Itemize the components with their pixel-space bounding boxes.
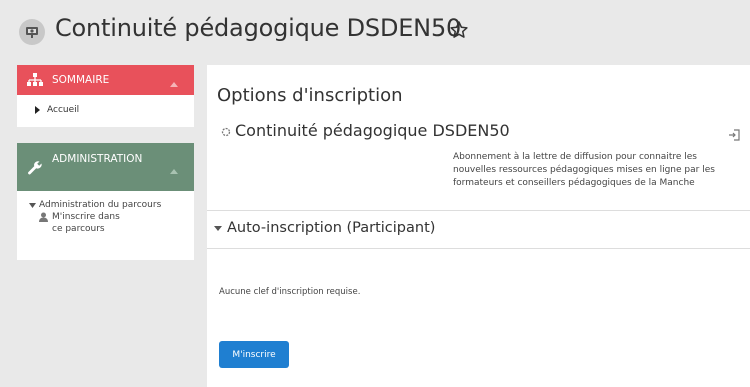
course-presentation-icon [19, 19, 45, 45]
chevron-up-icon[interactable] [170, 165, 178, 177]
enrol-me-button[interactable]: M'inscrire [219, 341, 289, 368]
administration-block: ADMINISTRATION Administration du parcour… [17, 143, 194, 260]
sitemap-icon [27, 73, 43, 90]
caret-right-icon [35, 106, 40, 114]
course-summary: Abonnement à la lettre de diffusion pour… [453, 152, 715, 188]
no-enrolment-key-text: Aucune clef d'inscription requise. [219, 287, 361, 297]
sommaire-block-title: SOMMAIRE [52, 74, 110, 86]
enrol-me-link-label: M'inscrire dans ce parcours [52, 212, 120, 234]
enrol-me-link[interactable]: M'inscrire dans ce parcours [39, 211, 194, 235]
administration-block-header[interactable]: ADMINISTRATION [17, 143, 194, 191]
sommaire-block: SOMMAIRE Accueil [17, 65, 194, 127]
wrench-icon [27, 160, 43, 179]
sommaire-block-header[interactable]: SOMMAIRE [17, 65, 194, 95]
page-title: Continuité pédagogique DSDEN50 [55, 14, 462, 42]
administration-tree-root[interactable]: Administration du parcours [29, 199, 194, 211]
course-bullet-icon [221, 122, 231, 141]
divider [207, 248, 750, 249]
administration-tree-root-label: Administration du parcours [39, 200, 162, 210]
course-name[interactable]: Continuité pédagogique DSDEN50 [221, 121, 510, 141]
user-icon [39, 212, 48, 235]
page-header: Continuité pédagogique DSDEN50 [0, 0, 750, 62]
self-enrolment-section-title: Auto-inscription (Participant) [227, 220, 436, 236]
sommaire-item-accueil[interactable]: Accueil [17, 95, 194, 115]
self-enrolment-section-toggle[interactable]: Auto-inscription (Participant) [214, 220, 435, 236]
chevron-down-icon [214, 225, 222, 231]
enrolment-options-heading: Options d'inscription [217, 85, 403, 106]
administration-block-title: ADMINISTRATION [52, 153, 143, 165]
main-content: Options d'inscription Continuité pédagog… [207, 65, 750, 387]
course-name-label: Continuité pédagogique DSDEN50 [235, 121, 510, 140]
sign-in-icon[interactable] [728, 126, 740, 145]
sommaire-item-label: Accueil [47, 105, 80, 115]
administration-tree: Administration du parcours M'inscrire da… [17, 191, 194, 235]
chevron-up-icon[interactable] [170, 78, 178, 90]
star-outline-icon[interactable] [449, 20, 469, 44]
divider [207, 210, 750, 211]
chevron-down-icon [29, 202, 36, 208]
